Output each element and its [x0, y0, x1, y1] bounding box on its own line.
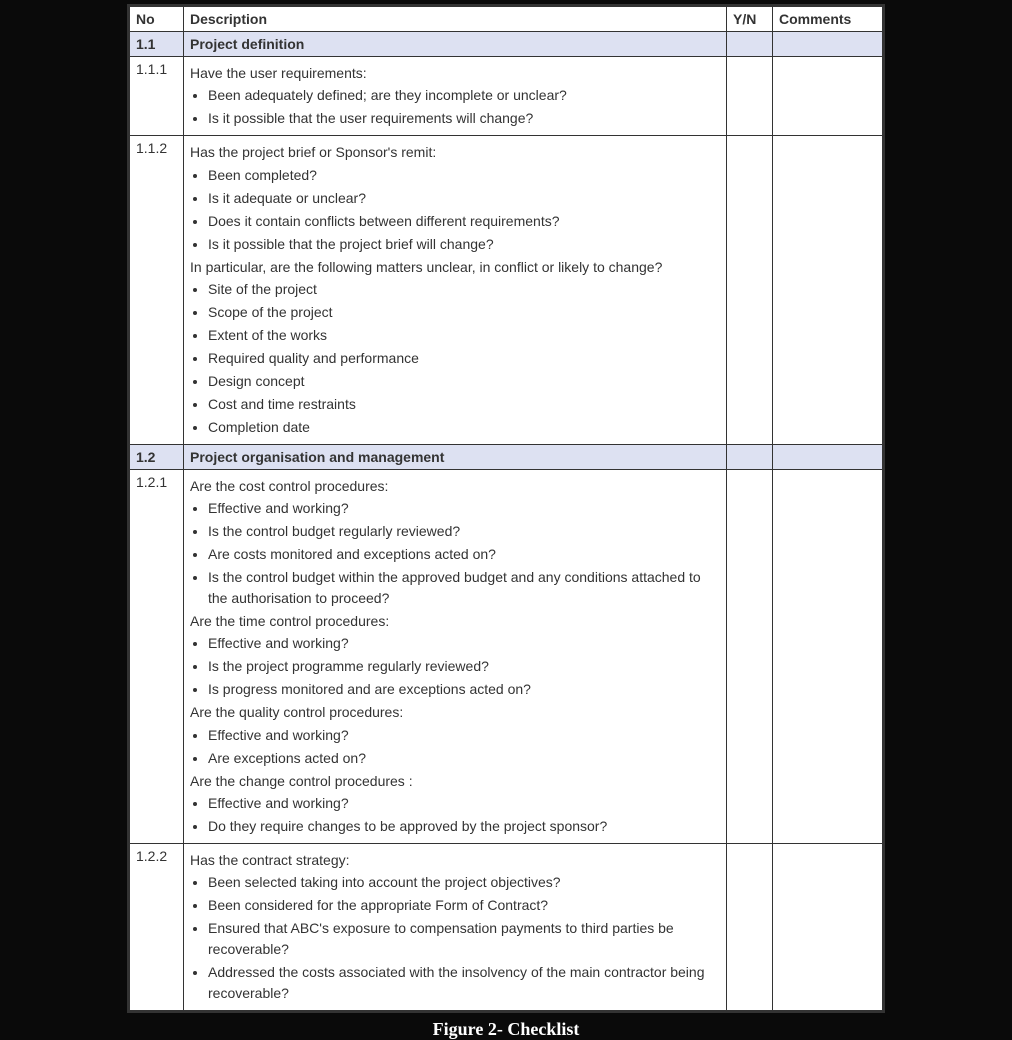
list-item: Is it adequate or unclear?	[208, 188, 720, 209]
lead-text: Has the contract strategy:	[190, 850, 720, 870]
header-row: No Description Y/N Comments	[130, 7, 883, 32]
list-item: Is it possible that the user requirement…	[208, 108, 720, 129]
cell-comments	[773, 444, 883, 469]
cell-no: 1.1.1	[130, 57, 184, 136]
cell-no: 1.1	[130, 32, 184, 57]
list-item: Addressed the costs associated with the …	[208, 962, 720, 1004]
cell-yn	[727, 136, 773, 445]
list-item: Site of the project	[208, 279, 720, 300]
list-item: Completion date	[208, 417, 720, 438]
list-item: Ensured that ABC's exposure to compensat…	[208, 918, 720, 960]
bullet-list: Effective and working?Is the project pro…	[208, 633, 720, 700]
list-item: Effective and working?	[208, 498, 720, 519]
cell-comments	[773, 57, 883, 136]
bullet-list: Site of the projectScope of the projectE…	[208, 279, 720, 438]
list-item: Is the project programme regularly revie…	[208, 656, 720, 677]
bullet-list: Effective and working?Is the control bud…	[208, 498, 720, 609]
cell-yn	[727, 469, 773, 843]
cell-yn	[727, 844, 773, 1011]
list-item: Are exceptions acted on?	[208, 748, 720, 769]
list-item: Is progress monitored and are exceptions…	[208, 679, 720, 700]
figure-caption: Figure 2- Checklist	[129, 1019, 883, 1040]
list-item: Is the control budget within the approve…	[208, 567, 720, 609]
header-no: No	[130, 7, 184, 32]
cell-yn	[727, 444, 773, 469]
list-item: Is it possible that the project brief wi…	[208, 234, 720, 255]
table-row: 1.2.2Has the contract strategy:Been sele…	[130, 844, 883, 1011]
checklist-table: No Description Y/N Comments 1.1Project d…	[129, 6, 883, 1011]
list-item: Been considered for the appropriate Form…	[208, 895, 720, 916]
cell-description: Has the project brief or Sponsor's remit…	[184, 136, 727, 445]
list-item: Effective and working?	[208, 633, 720, 654]
bullet-list: Effective and working?Are exceptions act…	[208, 725, 720, 769]
list-item: Design concept	[208, 371, 720, 392]
bullet-list: Been completed?Is it adequate or unclear…	[208, 165, 720, 255]
list-item: Is the control budget regularly reviewed…	[208, 521, 720, 542]
cell-description: Has the contract strategy:Been selected …	[184, 844, 727, 1011]
lead-text: Are the change control procedures :	[190, 771, 720, 791]
list-item: Been adequately defined; are they incomp…	[208, 85, 720, 106]
cell-no: 1.2.2	[130, 844, 184, 1011]
header-yn: Y/N	[727, 7, 773, 32]
list-item: Extent of the works	[208, 325, 720, 346]
lead-text: Has the project brief or Sponsor's remit…	[190, 142, 720, 162]
lead-text: In particular, are the following matters…	[190, 257, 720, 277]
list-item: Cost and time restraints	[208, 394, 720, 415]
table-row: 1.2.1Are the cost control procedures:Eff…	[130, 469, 883, 843]
cell-yn	[727, 32, 773, 57]
section-row: 1.1Project definition	[130, 32, 883, 57]
lead-text: Are the cost control procedures:	[190, 476, 720, 496]
lead-text: Have the user requirements:	[190, 63, 720, 83]
bullet-list: Been adequately defined; are they incomp…	[208, 85, 720, 129]
cell-yn	[727, 57, 773, 136]
list-item: Effective and working?	[208, 725, 720, 746]
list-item: Required quality and performance	[208, 348, 720, 369]
bullet-list: Been selected taking into account the pr…	[208, 872, 720, 1004]
cell-no: 1.2.1	[130, 469, 184, 843]
list-item: Effective and working?	[208, 793, 720, 814]
cell-description: Project definition	[184, 32, 727, 57]
checklist-document: No Description Y/N Comments 1.1Project d…	[127, 4, 885, 1013]
lead-text: Are the time control procedures:	[190, 611, 720, 631]
cell-description: Are the cost control procedures:Effectiv…	[184, 469, 727, 843]
header-comments: Comments	[773, 7, 883, 32]
cell-comments	[773, 469, 883, 843]
bullet-list: Effective and working?Do they require ch…	[208, 793, 720, 837]
cell-no: 1.1.2	[130, 136, 184, 445]
lead-text: Are the quality control procedures:	[190, 702, 720, 722]
list-item: Do they require changes to be approved b…	[208, 816, 720, 837]
list-item: Are costs monitored and exceptions acted…	[208, 544, 720, 565]
list-item: Scope of the project	[208, 302, 720, 323]
list-item: Does it contain conflicts between differ…	[208, 211, 720, 232]
list-item: Been selected taking into account the pr…	[208, 872, 720, 893]
cell-comments	[773, 844, 883, 1011]
section-row: 1.2Project organisation and management	[130, 444, 883, 469]
table-row: 1.1.2 Has the project brief or Sponsor's …	[130, 136, 883, 445]
cell-no: 1.2	[130, 444, 184, 469]
list-item: Been completed?	[208, 165, 720, 186]
table-row: 1.1.1Have the user requirements:Been ade…	[130, 57, 883, 136]
header-description: Description	[184, 7, 727, 32]
cell-comments	[773, 32, 883, 57]
cell-description: Have the user requirements:Been adequate…	[184, 57, 727, 136]
cell-comments	[773, 136, 883, 445]
cell-description: Project organisation and management	[184, 444, 727, 469]
